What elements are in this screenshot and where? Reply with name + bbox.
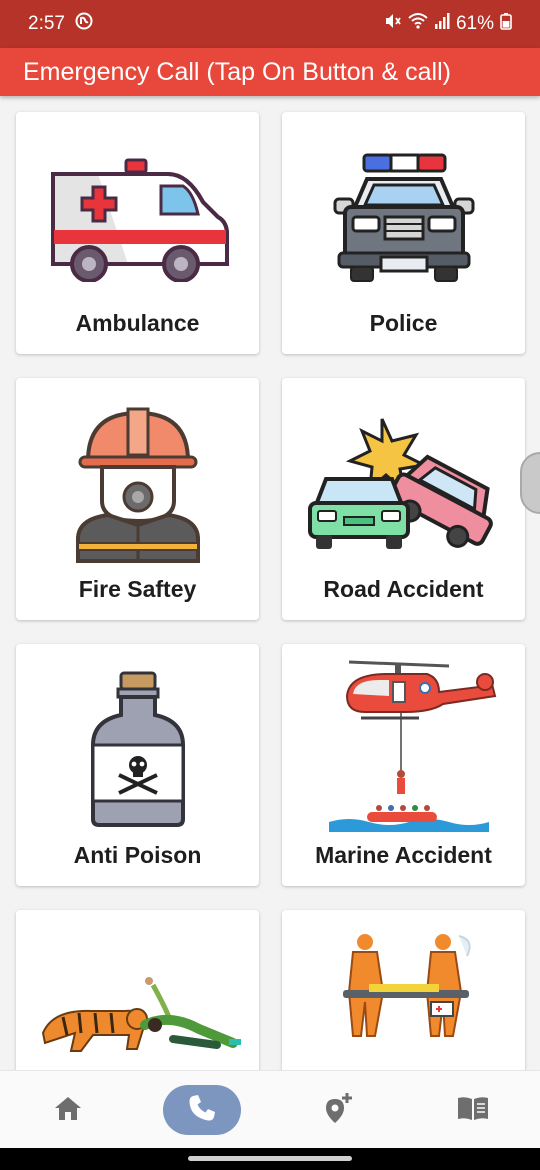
ambulance-button[interactable]: Ambulance	[16, 112, 259, 354]
police-button[interactable]: Police	[282, 112, 525, 354]
nav-guide-button[interactable]	[453, 1085, 493, 1135]
service-label: Police	[369, 310, 438, 336]
service-label: Fire Saftey	[78, 576, 197, 602]
service-label: Anti Poison	[73, 842, 202, 868]
firefighter-icon	[16, 398, 259, 568]
mute-icon	[384, 12, 402, 36]
location-add-icon	[321, 1091, 355, 1130]
nav-home-button[interactable]	[48, 1085, 88, 1135]
status-time: 2:57	[28, 13, 65, 34]
home-icon	[53, 1094, 83, 1127]
service-label: Marine Accident	[315, 842, 492, 868]
disaster-rescue-button[interactable]	[282, 910, 525, 1070]
signal-icon	[434, 12, 450, 36]
stretcher-rescue-icon	[282, 932, 525, 1070]
police-car-icon	[282, 132, 525, 302]
poison-bottle-icon	[16, 664, 259, 834]
battery-icon	[500, 12, 512, 36]
wild-animal-button[interactable]	[16, 910, 259, 1070]
nav-add-location-button[interactable]	[318, 1085, 358, 1135]
book-icon	[456, 1094, 490, 1127]
service-label: Road Accident	[323, 576, 484, 602]
wifi-icon	[408, 12, 428, 36]
app-screen: 2:57 61% Emergency Call (Tap On Button &…	[0, 0, 540, 1170]
rescue-helicopter-icon	[282, 656, 525, 840]
status-right: 61%	[384, 12, 512, 36]
car-crash-icon	[282, 398, 525, 568]
battery-percent: 61%	[455, 13, 494, 34]
anti-poison-button[interactable]: Anti Poison	[16, 644, 259, 886]
service-grid: Ambulance Police Fire Saftey Road Accide…	[0, 96, 540, 1070]
fire-safety-button[interactable]: Fire Saftey	[16, 378, 259, 620]
floating-side-handle[interactable]	[520, 452, 540, 514]
app-bar: Emergency Call (Tap On Button & call)	[0, 48, 540, 96]
status-bar: 2:57 61%	[0, 0, 540, 48]
phone-icon	[187, 1093, 217, 1128]
page-title: Emergency Call (Tap On Button & call)	[23, 57, 451, 86]
service-label: Ambulance	[75, 310, 200, 336]
gesture-bar	[0, 1148, 540, 1170]
home-gesture-pill[interactable]	[188, 1156, 352, 1161]
ambulance-icon	[16, 132, 259, 302]
tiger-attack-icon	[16, 958, 259, 1070]
bottom-navigation	[0, 1070, 540, 1148]
marine-accident-button[interactable]: Marine Accident	[282, 644, 525, 886]
road-accident-button[interactable]: Road Accident	[282, 378, 525, 620]
app-notification-icon	[75, 12, 93, 36]
nav-call-button[interactable]	[163, 1085, 241, 1135]
